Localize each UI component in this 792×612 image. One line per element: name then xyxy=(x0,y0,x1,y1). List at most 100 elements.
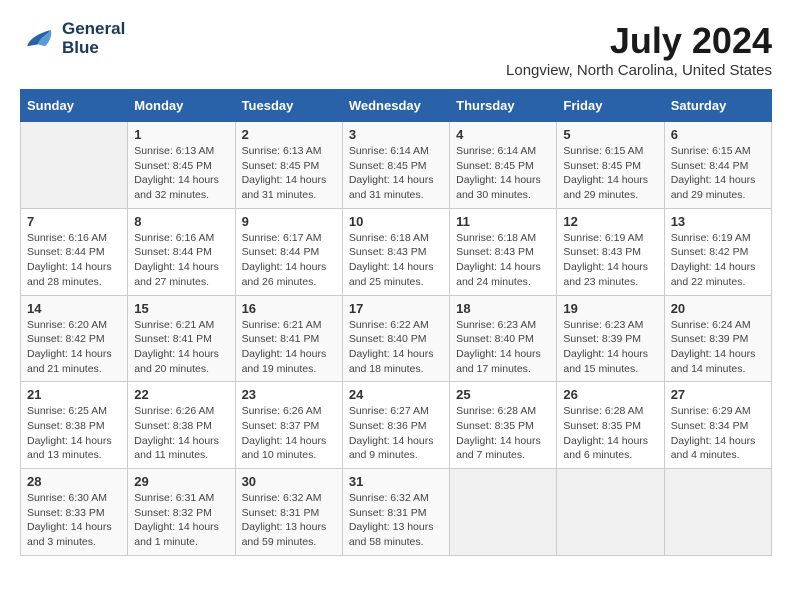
day-info: Sunrise: 6:14 AMSunset: 8:45 PMDaylight:… xyxy=(349,144,443,203)
day-number: 14 xyxy=(27,301,121,316)
calendar-day-cell: 7 Sunrise: 6:16 AMSunset: 8:44 PMDaylight… xyxy=(21,208,128,295)
calendar-day-cell: 3 Sunrise: 6:14 AMSunset: 8:45 PMDaylight… xyxy=(342,122,449,209)
day-info: Sunrise: 6:16 AMSunset: 8:44 PMDaylight:… xyxy=(134,231,228,290)
day-number: 16 xyxy=(242,301,336,316)
calendar-day-header: Wednesday xyxy=(342,90,449,122)
day-info: Sunrise: 6:30 AMSunset: 8:33 PMDaylight:… xyxy=(27,491,121,550)
location-subtitle: Longview, North Carolina, United States xyxy=(506,62,772,79)
calendar-day-header: Thursday xyxy=(450,90,557,122)
day-number: 22 xyxy=(134,387,228,402)
calendar-day-cell: 5 Sunrise: 6:15 AMSunset: 8:45 PMDaylight… xyxy=(557,122,664,209)
day-info: Sunrise: 6:31 AMSunset: 8:32 PMDaylight:… xyxy=(134,491,228,550)
day-number: 11 xyxy=(456,214,550,229)
month-year-title: July 2024 xyxy=(506,20,772,62)
day-info: Sunrise: 6:29 AMSunset: 8:34 PMDaylight:… xyxy=(671,404,765,463)
day-number: 21 xyxy=(27,387,121,402)
calendar-day-cell: 9 Sunrise: 6:17 AMSunset: 8:44 PMDaylight… xyxy=(235,208,342,295)
day-info: Sunrise: 6:18 AMSunset: 8:43 PMDaylight:… xyxy=(349,231,443,290)
day-info: Sunrise: 6:19 AMSunset: 8:42 PMDaylight:… xyxy=(671,231,765,290)
day-info: Sunrise: 6:19 AMSunset: 8:43 PMDaylight:… xyxy=(563,231,657,290)
logo-bird-icon xyxy=(20,21,56,57)
day-info: Sunrise: 6:24 AMSunset: 8:39 PMDaylight:… xyxy=(671,318,765,377)
calendar-day-cell: 10Sunrise: 6:18 AMSunset: 8:43 PMDayligh… xyxy=(342,208,449,295)
calendar-day-cell: 19Sunrise: 6:23 AMSunset: 8:39 PMDayligh… xyxy=(557,295,664,382)
calendar-day-header: Sunday xyxy=(21,90,128,122)
day-info: Sunrise: 6:28 AMSunset: 8:35 PMDaylight:… xyxy=(456,404,550,463)
calendar-week-row: 14Sunrise: 6:20 AMSunset: 8:42 PMDayligh… xyxy=(21,295,772,382)
day-info: Sunrise: 6:22 AMSunset: 8:40 PMDaylight:… xyxy=(349,318,443,377)
day-number: 7 xyxy=(27,214,121,229)
calendar-day-cell: 8 Sunrise: 6:16 AMSunset: 8:44 PMDaylight… xyxy=(128,208,235,295)
calendar-day-cell: 1Sunrise: 6:13 AMSunset: 8:45 PMDaylight… xyxy=(128,122,235,209)
day-number: 20 xyxy=(671,301,765,316)
calendar-week-row: 28 Sunrise: 6:30 AMSunset: 8:33 PMDayligh… xyxy=(21,469,772,556)
day-number: 18 xyxy=(456,301,550,316)
day-info: Sunrise: 6:26 AMSunset: 8:37 PMDaylight:… xyxy=(242,404,336,463)
day-info: Sunrise: 6:21 AMSunset: 8:41 PMDaylight:… xyxy=(134,318,228,377)
calendar-day-cell: 11 Sunrise: 6:18 AMSunset: 8:43 PMDayligh… xyxy=(450,208,557,295)
day-info: Sunrise: 6:13 AMSunset: 8:45 PMDaylight:… xyxy=(242,144,336,203)
day-info: Sunrise: 6:15 AMSunset: 8:44 PMDaylight:… xyxy=(671,144,765,203)
calendar-day-cell xyxy=(664,469,771,556)
calendar-day-cell: 17 Sunrise: 6:22 AMSunset: 8:40 PMDayligh… xyxy=(342,295,449,382)
day-info: Sunrise: 6:16 AMSunset: 8:44 PMDaylight:… xyxy=(27,231,121,290)
day-info: Sunrise: 6:14 AMSunset: 8:45 PMDaylight:… xyxy=(456,144,550,203)
calendar-day-cell xyxy=(450,469,557,556)
calendar-day-cell: 31 Sunrise: 6:32 AMSunset: 8:31 PMDayligh… xyxy=(342,469,449,556)
calendar-day-cell: 24Sunrise: 6:27 AMSunset: 8:36 PMDayligh… xyxy=(342,382,449,469)
calendar-day-cell xyxy=(557,469,664,556)
day-number: 30 xyxy=(242,474,336,489)
day-number: 5 xyxy=(563,127,657,142)
day-info: Sunrise: 6:23 AMSunset: 8:39 PMDaylight:… xyxy=(563,318,657,377)
calendar-week-row: 1Sunrise: 6:13 AMSunset: 8:45 PMDaylight… xyxy=(21,122,772,209)
day-info: Sunrise: 6:26 AMSunset: 8:38 PMDaylight:… xyxy=(134,404,228,463)
calendar-day-cell: 2Sunrise: 6:13 AMSunset: 8:45 PMDaylight… xyxy=(235,122,342,209)
day-number: 8 xyxy=(134,214,228,229)
calendar-day-header: Friday xyxy=(557,90,664,122)
day-number: 9 xyxy=(242,214,336,229)
calendar-day-cell: 26 Sunrise: 6:28 AMSunset: 8:35 PMDayligh… xyxy=(557,382,664,469)
logo: General Blue xyxy=(20,20,125,57)
day-number: 3 xyxy=(349,127,443,142)
day-number: 27 xyxy=(671,387,765,402)
calendar-day-header: Monday xyxy=(128,90,235,122)
day-number: 13 xyxy=(671,214,765,229)
logo-text: General Blue xyxy=(62,20,125,57)
day-info: Sunrise: 6:32 AMSunset: 8:31 PMDaylight:… xyxy=(242,491,336,550)
day-info: Sunrise: 6:21 AMSunset: 8:41 PMDaylight:… xyxy=(242,318,336,377)
calendar-day-cell: 27 Sunrise: 6:29 AMSunset: 8:34 PMDayligh… xyxy=(664,382,771,469)
calendar-header-row: SundayMondayTuesdayWednesdayThursdayFrid… xyxy=(21,90,772,122)
day-info: Sunrise: 6:32 AMSunset: 8:31 PMDaylight:… xyxy=(349,491,443,550)
calendar-week-row: 21 Sunrise: 6:25 AMSunset: 8:38 PMDayligh… xyxy=(21,382,772,469)
calendar-day-cell: 16 Sunrise: 6:21 AMSunset: 8:41 PMDayligh… xyxy=(235,295,342,382)
calendar-day-cell: 23 Sunrise: 6:26 AMSunset: 8:37 PMDayligh… xyxy=(235,382,342,469)
calendar-day-cell: 20 Sunrise: 6:24 AMSunset: 8:39 PMDayligh… xyxy=(664,295,771,382)
page-header: General Blue July 2024 Longview, North C… xyxy=(20,20,772,79)
day-info: Sunrise: 6:18 AMSunset: 8:43 PMDaylight:… xyxy=(456,231,550,290)
calendar-day-cell xyxy=(21,122,128,209)
calendar-day-cell: 4Sunrise: 6:14 AMSunset: 8:45 PMDaylight… xyxy=(450,122,557,209)
calendar-day-cell: 21 Sunrise: 6:25 AMSunset: 8:38 PMDayligh… xyxy=(21,382,128,469)
day-number: 28 xyxy=(27,474,121,489)
day-info: Sunrise: 6:15 AMSunset: 8:45 PMDaylight:… xyxy=(563,144,657,203)
day-info: Sunrise: 6:28 AMSunset: 8:35 PMDaylight:… xyxy=(563,404,657,463)
day-number: 26 xyxy=(563,387,657,402)
day-info: Sunrise: 6:25 AMSunset: 8:38 PMDaylight:… xyxy=(27,404,121,463)
calendar-day-cell: 22 Sunrise: 6:26 AMSunset: 8:38 PMDayligh… xyxy=(128,382,235,469)
calendar-day-cell: 13 Sunrise: 6:19 AMSunset: 8:42 PMDayligh… xyxy=(664,208,771,295)
calendar-day-cell: 6Sunrise: 6:15 AMSunset: 8:44 PMDaylight… xyxy=(664,122,771,209)
day-info: Sunrise: 6:13 AMSunset: 8:45 PMDaylight:… xyxy=(134,144,228,203)
calendar-day-cell: 25Sunrise: 6:28 AMSunset: 8:35 PMDayligh… xyxy=(450,382,557,469)
title-section: July 2024 Longview, North Carolina, Unit… xyxy=(506,20,772,79)
day-number: 23 xyxy=(242,387,336,402)
day-number: 29 xyxy=(134,474,228,489)
calendar-day-header: Tuesday xyxy=(235,90,342,122)
calendar-week-row: 7 Sunrise: 6:16 AMSunset: 8:44 PMDaylight… xyxy=(21,208,772,295)
day-number: 31 xyxy=(349,474,443,489)
calendar-day-cell: 28 Sunrise: 6:30 AMSunset: 8:33 PMDayligh… xyxy=(21,469,128,556)
day-number: 17 xyxy=(349,301,443,316)
calendar-day-cell: 18Sunrise: 6:23 AMSunset: 8:40 PMDayligh… xyxy=(450,295,557,382)
calendar-table: SundayMondayTuesdayWednesdayThursdayFrid… xyxy=(20,89,772,556)
day-info: Sunrise: 6:17 AMSunset: 8:44 PMDaylight:… xyxy=(242,231,336,290)
calendar-day-cell: 14Sunrise: 6:20 AMSunset: 8:42 PMDayligh… xyxy=(21,295,128,382)
